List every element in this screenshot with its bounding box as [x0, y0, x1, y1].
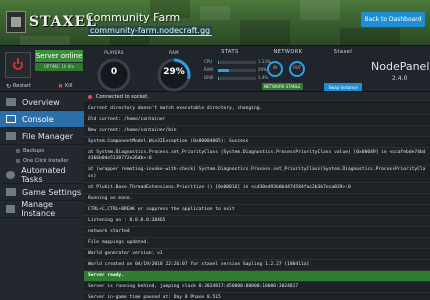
sidebar-subitem-one-click-installer[interactable]: One Click Installer — [0, 156, 84, 165]
sidebar-item-overview[interactable]: Overview — [0, 94, 84, 111]
stats-bar — [218, 69, 256, 72]
ram-value: 29% — [163, 67, 185, 77]
players-label: PLAYERS — [104, 50, 124, 55]
kill-icon: ✖ — [58, 82, 64, 90]
server-status-badge: Server online — [35, 50, 83, 62]
console-line: File mappings updated. — [84, 238, 430, 249]
clock-icon — [6, 171, 16, 179]
kill-button[interactable]: ✖ Kill — [58, 81, 72, 91]
restart-button[interactable]: ↻ Restart — [6, 81, 31, 91]
kill-label: Kill — [65, 83, 73, 89]
console-line: New current: /home/container/bin — [84, 126, 430, 137]
nodepanel-version: 2.4.0 — [392, 75, 408, 82]
sidebar: Overview Console File Manager Backups On… — [0, 92, 84, 300]
sidebar-subitem-label: Backups — [23, 147, 44, 154]
sidebar-item-label: Console — [22, 114, 54, 124]
sidebar-item-label: File Manager — [22, 131, 73, 141]
staxel-logo: STAXEL — [6, 8, 97, 36]
stats-row-cpu: CPU 1.23% — [204, 59, 272, 66]
console-line: World created on 04/19/2018 22:26:07 for… — [84, 260, 430, 271]
console-line: Server ready. — [84, 271, 430, 282]
restart-icon: ↻ — [6, 82, 12, 90]
ram-label: RAM — [169, 50, 179, 55]
overview-icon — [6, 98, 16, 106]
sidebar-item-manage-instance[interactable]: Manage Instance — [0, 200, 84, 218]
sidebar-item-automated-tasks[interactable]: Automated Tasks — [0, 166, 84, 184]
nodepanel-logo: NodePanel — [371, 60, 430, 73]
power-toggle[interactable] — [5, 52, 31, 78]
console-line: System.ComponentModel.Win32Exception (0x… — [84, 137, 430, 148]
page-title: Community Farm — [86, 11, 181, 24]
console-status-text: Connected to socket. — [96, 94, 149, 100]
stats-row-label: RAM — [204, 67, 213, 72]
console-line: at (wrapper remoting-invoke-with-check) … — [84, 166, 430, 183]
instance-icon — [6, 205, 16, 213]
stats-row-label: DISK — [204, 75, 214, 80]
sidebar-item-game-settings[interactable]: Game Settings — [0, 184, 84, 201]
uptime-text: UPTIME: 1h 6m — [35, 63, 83, 71]
console-line: Current directory doesn't match executab… — [84, 104, 430, 115]
stats-title: STATS — [221, 49, 239, 55]
console-line: at Plukit.Base.ThreadExtensions.Prioriti… — [84, 183, 430, 194]
sidebar-item-label: Automated Tasks — [21, 166, 66, 184]
sidebar-subitem-backups[interactable]: Backups — [0, 146, 84, 155]
console-panel: Connected to socket. Current directory d… — [84, 92, 430, 300]
sidebar-item-file-manager[interactable]: File Manager — [0, 128, 84, 145]
console-line: Listening on : 0.0.0.0:38465 — [84, 216, 430, 227]
console-line: CTRL+C,CTRL+BREAK or suppress the applic… — [84, 205, 430, 216]
stats-bar — [218, 61, 256, 64]
players-value: 0 — [110, 67, 118, 77]
network-title: NETWORK — [273, 49, 303, 55]
power-icon — [13, 58, 23, 70]
back-to-dashboard-button[interactable]: Back to Dashboard — [361, 12, 425, 27]
sidebar-item-label: Manage Instance — [21, 200, 56, 218]
stats-bar-fill — [218, 69, 230, 72]
header-banner: STAXEL Community Farm community-farm.nod… — [0, 0, 430, 45]
sidebar-item-label: Game Settings — [22, 187, 82, 197]
gear-icon — [6, 188, 16, 196]
stats-bar — [218, 77, 256, 80]
restart-label: Restart — [13, 83, 32, 89]
console-line: Running on mono. — [84, 194, 430, 205]
status-dot-icon — [88, 95, 92, 99]
console-line: World generator version: v1 — [84, 249, 430, 260]
network-out-label: OUT — [292, 65, 302, 70]
sidebar-item-label: Overview — [22, 97, 60, 107]
console-line: network started — [84, 227, 430, 238]
stats-row-disk: DISK 1.4% — [204, 75, 272, 82]
console-status-bar: Connected to socket. — [84, 92, 430, 103]
folder-icon — [6, 132, 16, 140]
console-log[interactable]: Current directory doesn't match executab… — [84, 104, 430, 300]
stats-bar-fill — [218, 77, 219, 80]
stats-row-ram: RAM 29% — [204, 67, 272, 74]
console-line: Server is running behind, jumping clock … — [84, 282, 430, 293]
swap-instance-button[interactable]: Swap Instance — [324, 83, 362, 91]
logo-mark-icon — [6, 11, 26, 33]
console-icon — [6, 115, 16, 123]
sidebar-subitem-label: One Click Installer — [23, 157, 69, 164]
console-line: at System.Diagnostics.Process.set_Priori… — [84, 148, 430, 166]
stats-row-label: CPU — [204, 59, 213, 64]
network-in-label: IN — [272, 65, 278, 70]
sidebar-item-console[interactable]: Console — [0, 111, 84, 128]
network-status-badge: NETWORK STABLE — [262, 83, 303, 90]
app-root: STAXEL Community Farm community-farm.nod… — [0, 0, 430, 300]
stats-bar-fill — [218, 61, 219, 64]
console-line: Old current: /home/container — [84, 115, 430, 126]
console-line: Server in-game time paused at: Day 0 Pha… — [84, 293, 430, 300]
server-url-link[interactable]: community-farm.nodecraft.gg — [88, 26, 213, 36]
staxel-title: Staxel — [333, 49, 353, 55]
